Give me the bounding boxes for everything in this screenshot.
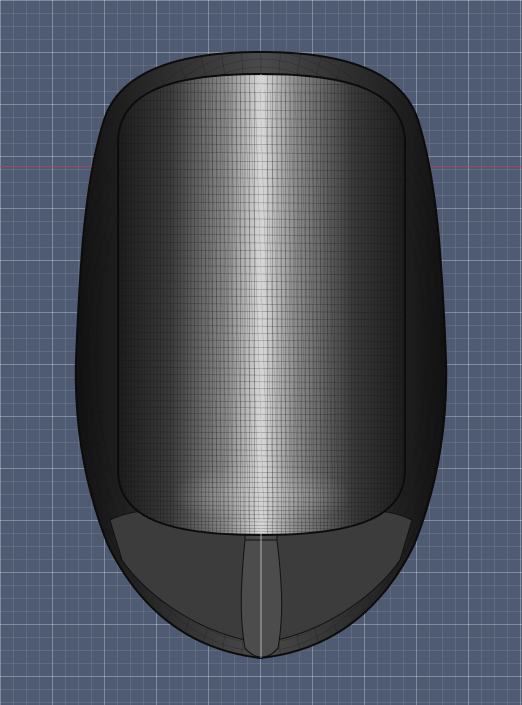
helmet-bottom-highlight	[172, 465, 352, 525]
3d-viewport[interactable]	[0, 0, 522, 705]
helmet-mesh-model[interactable]	[0, 0, 522, 705]
